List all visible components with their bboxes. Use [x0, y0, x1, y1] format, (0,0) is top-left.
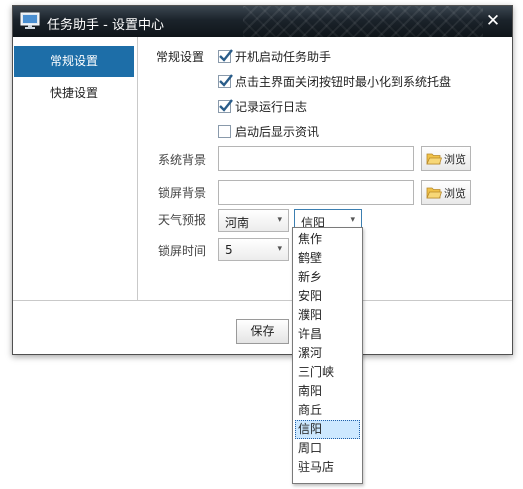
- city-option[interactable]: 商丘: [295, 401, 360, 420]
- settings-window: 任务助手 - 设置中心 ✕ 常规设置 快捷设置 常规设置 开机启动任务助手 点击…: [12, 5, 513, 355]
- province-select[interactable]: 河南 ▾: [218, 209, 289, 232]
- checkmark-icon: [219, 73, 233, 87]
- checkbox-run-log-label: 记录运行日志: [235, 99, 308, 114]
- checkbox-run-log-box[interactable]: [218, 98, 233, 113]
- system-background-browse-button[interactable]: 浏览: [421, 146, 471, 171]
- folder-icon: [426, 187, 442, 199]
- lock-background-label: 锁屏背景: [158, 186, 207, 200]
- checkbox-autostart-label: 开机启动任务助手: [235, 49, 332, 64]
- lock-background-input[interactable]: [218, 180, 414, 205]
- province-select-value: 河南: [225, 216, 250, 230]
- city-option[interactable]: 焦作: [295, 230, 360, 249]
- title-bar[interactable]: 任务助手 - 设置中心 ✕: [13, 6, 512, 37]
- lock-time-select-value: 5: [225, 243, 233, 257]
- sidebar: 常规设置 快捷设置: [13, 37, 138, 300]
- checkbox-show-news-box[interactable]: [218, 124, 231, 138]
- city-option[interactable]: 濮阳: [295, 306, 360, 325]
- city-option-selected[interactable]: 信阳: [295, 420, 360, 439]
- footer: 保存: [13, 300, 512, 355]
- close-icon: ✕: [485, 11, 501, 31]
- city-option[interactable]: 南阳: [295, 382, 360, 401]
- city-option[interactable]: 漯河: [295, 344, 360, 363]
- chevron-down-icon: ▾: [277, 244, 282, 254]
- chevron-down-icon: ▾: [350, 215, 355, 225]
- window-title: 任务助手 - 设置中心: [47, 18, 164, 33]
- sidebar-item-general[interactable]: 常规设置: [14, 46, 134, 77]
- checkbox-minimize-to-tray-box[interactable]: [218, 73, 233, 88]
- lock-time-label: 锁屏时间: [158, 244, 207, 258]
- sidebar-item-shortcuts[interactable]: 快捷设置: [14, 78, 134, 109]
- city-option[interactable]: 周口: [295, 439, 360, 458]
- city-option[interactable]: 鹤壁: [295, 249, 360, 268]
- checkmark-icon: [219, 98, 233, 112]
- checkbox-minimize-to-tray-label: 点击主界面关闭按钮时最小化到系统托盘: [235, 74, 452, 89]
- lock-time-select[interactable]: 5 ▾: [218, 238, 289, 261]
- checkmark-icon: [219, 48, 233, 62]
- checkbox-run-log[interactable]: 记录运行日志: [218, 97, 307, 115]
- checkbox-show-news-label: 启动后显示资讯: [235, 124, 320, 139]
- title-bar-decoration: [243, 6, 483, 37]
- lock-background-browse-label: 浏览: [444, 186, 466, 200]
- checkbox-show-news[interactable]: 启动后显示资讯: [218, 122, 319, 140]
- save-button[interactable]: 保存: [236, 319, 289, 344]
- city-option[interactable]: 驻马店: [295, 458, 360, 477]
- city-option[interactable]: 安阳: [295, 287, 360, 306]
- checkbox-minimize-to-tray[interactable]: 点击主界面关闭按钮时最小化到系统托盘: [218, 72, 451, 90]
- system-background-input[interactable]: [218, 146, 414, 171]
- city-option[interactable]: 新乡: [295, 268, 360, 287]
- folder-icon: [426, 153, 442, 165]
- monitor-icon: [20, 12, 40, 29]
- close-button[interactable]: ✕: [482, 10, 504, 32]
- city-dropdown-list: 焦作 鹤壁 新乡 安阳 濮阳 许昌 漯河 三门峡 南阳 商丘 信阳 周口 驻马店: [292, 227, 363, 484]
- lock-background-browse-button[interactable]: 浏览: [421, 180, 471, 205]
- system-background-label: 系统背景: [158, 153, 207, 167]
- general-section-label: 常规设置: [156, 50, 205, 64]
- system-background-browse-label: 浏览: [444, 152, 466, 166]
- checkbox-autostart-box[interactable]: [218, 48, 233, 63]
- city-option[interactable]: 许昌: [295, 325, 360, 344]
- chevron-down-icon: ▾: [277, 215, 282, 225]
- weather-label: 天气预报: [158, 213, 207, 227]
- city-option[interactable]: 三门峡: [295, 363, 360, 382]
- checkbox-autostart[interactable]: 开机启动任务助手: [218, 47, 331, 65]
